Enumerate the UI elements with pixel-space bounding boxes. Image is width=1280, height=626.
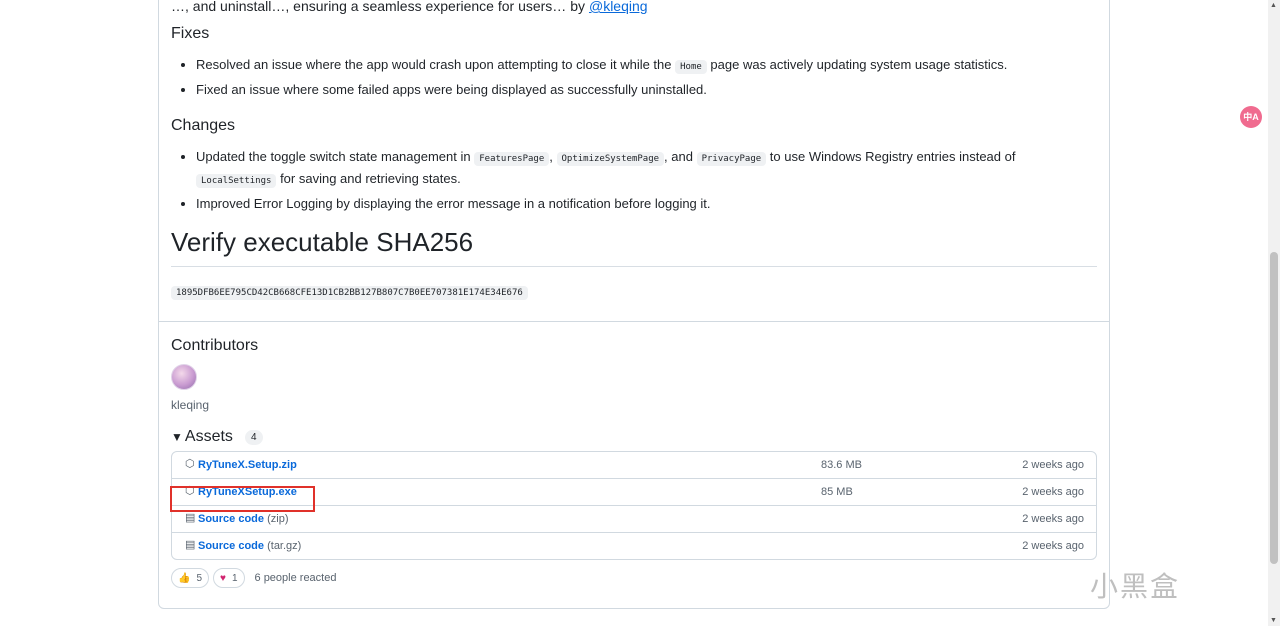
code-localsettings: LocalSettings xyxy=(196,174,277,188)
code-optimizesystempage: OptimizeSystemPage xyxy=(556,152,665,166)
watermark: 小黑盒 xyxy=(1090,570,1181,603)
package-icon: ⬡ xyxy=(185,485,195,497)
table-row: ⬡ RyTuneXSetup.exe 85 MB 2 weeks ago xyxy=(172,479,1096,506)
scroll-down-icon[interactable]: ▼ xyxy=(1270,617,1277,624)
changes-heading: Changes xyxy=(171,117,236,134)
code-privacypage: PrivacyPage xyxy=(696,152,767,166)
asset-link[interactable]: RyTuneXSetup.exe xyxy=(198,486,297,498)
asset-date: 2 weeks ago xyxy=(1022,459,1084,471)
author-link[interactable]: @kleqing xyxy=(589,0,648,14)
list-item: Updated the toggle switch state manageme… xyxy=(196,147,1096,191)
avatar[interactable] xyxy=(171,364,197,390)
list-item: Resolved an issue where the app would cr… xyxy=(196,55,1096,77)
table-row: ⬡ RyTuneX.Setup.zip 83.6 MB 2 weeks ago xyxy=(172,452,1096,479)
reaction-thumbs-up[interactable]: 👍 5 xyxy=(171,568,210,588)
scroll-up-icon[interactable]: ▲ xyxy=(1270,2,1277,9)
fixes-list: Resolved an issue where the app would cr… xyxy=(171,55,1096,102)
changes-list: Updated the toggle switch state manageme… xyxy=(171,147,1096,216)
assets-count: 4 xyxy=(245,430,263,445)
assets-table: ⬡ RyTuneX.Setup.zip 83.6 MB 2 weeks ago … xyxy=(171,451,1097,560)
asset-link[interactable]: Source code (tar.gz) xyxy=(198,540,301,552)
file-zip-icon: ▤ xyxy=(185,512,196,524)
package-icon: ⬡ xyxy=(185,458,195,470)
fixes-heading: Fixes xyxy=(171,25,210,42)
contributor-name[interactable]: kleqing xyxy=(171,398,209,412)
table-row: ▤ Source code (tar.gz) 2 weeks ago xyxy=(172,533,1096,559)
reactions-bar: 👍 5 ♥ 1 6 people reacted xyxy=(171,568,336,588)
assets-toggle[interactable]: ▼ Assets xyxy=(171,428,233,446)
file-zip-icon: ▤ xyxy=(185,539,196,551)
heart-icon: ♥ xyxy=(220,572,226,584)
asset-link[interactable]: RyTuneX.Setup.zip xyxy=(198,459,297,471)
list-item: Improved Error Logging by displaying the… xyxy=(196,194,1096,213)
reaction-heart[interactable]: ♥ 1 xyxy=(213,568,245,588)
scrollbar-thumb[interactable] xyxy=(1270,252,1278,564)
list-item: Fixed an issue where some failed apps we… xyxy=(196,80,1096,99)
release-notes: …, and uninstall…, ensuring a seamless e… xyxy=(159,0,1109,322)
code-featurespage: FeaturesPage xyxy=(474,152,550,166)
table-row: ▤ Source code (zip) 2 weeks ago xyxy=(172,506,1096,533)
sha-block: 1895DFB6EE795CD42CB668CFE13D1CB2BB127B80… xyxy=(171,282,528,300)
top-fragment: …, and uninstall…, ensuring a seamless e… xyxy=(171,0,648,14)
asset-date: 2 weeks ago xyxy=(1022,540,1084,552)
code-home: Home xyxy=(675,60,707,74)
release-card: …, and uninstall…, ensuring a seamless e… xyxy=(158,0,1110,609)
asset-date: 2 weeks ago xyxy=(1022,513,1084,525)
contributors-heading: Contributors xyxy=(171,337,259,354)
scrollbar[interactable]: ▲ ▼ xyxy=(1268,0,1280,626)
asset-link[interactable]: Source code (zip) xyxy=(198,513,288,525)
asset-size: 85 MB xyxy=(821,486,853,498)
reaction-summary: 6 people reacted xyxy=(254,572,337,584)
sha-hash: 1895DFB6EE795CD42CB668CFE13D1CB2BB127B80… xyxy=(171,286,528,300)
translate-icon[interactable]: 中A xyxy=(1240,106,1262,128)
asset-size: 83.6 MB xyxy=(821,459,862,471)
triangle-down-icon: ▼ xyxy=(171,430,183,444)
asset-date: 2 weeks ago xyxy=(1022,486,1084,498)
verify-heading: Verify executable SHA256 xyxy=(171,227,1097,267)
thumbs-up-icon: 👍 xyxy=(178,572,191,584)
